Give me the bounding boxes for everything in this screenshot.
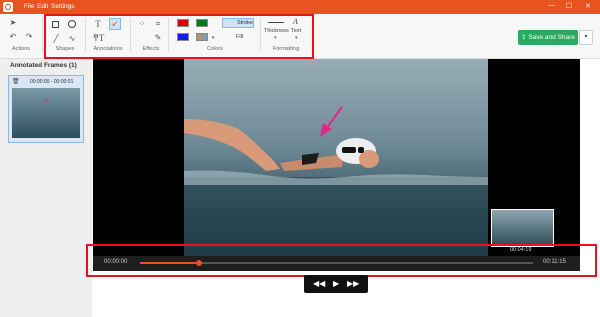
- divider: [42, 18, 43, 52]
- ribbon-highlight-box: [44, 14, 314, 59]
- save-options-dropdown[interactable]: ▾: [579, 30, 593, 45]
- redo-icon[interactable]: ↷: [24, 32, 34, 42]
- trash-icon[interactable]: 🗑: [12, 78, 20, 85]
- save-label: Save and Share: [528, 34, 575, 41]
- rewind-icon[interactable]: ◀◀: [313, 279, 325, 289]
- frame-time: 00:00:00 - 00:00:01: [30, 79, 74, 85]
- save-and-share-button[interactable]: ⇪ Save and Share: [518, 30, 578, 45]
- cursor-icon[interactable]: ➤: [8, 18, 18, 28]
- minimize-button[interactable]: —: [548, 2, 555, 9]
- menu-file[interactable]: File: [24, 3, 34, 10]
- maximize-button[interactable]: ☐: [566, 2, 572, 10]
- arrow-annotation-thumb: ↙: [44, 95, 51, 104]
- app-logo: [3, 2, 13, 12]
- timeline-highlight-box: [86, 244, 597, 277]
- menu-edit[interactable]: Edit: [37, 3, 48, 10]
- chevron-down-icon: ▾: [584, 34, 588, 40]
- play-icon[interactable]: ▶: [333, 279, 339, 289]
- group-label-actions: Actions: [11, 46, 31, 52]
- undo-icon[interactable]: ↶: [8, 32, 18, 42]
- video-frame[interactable]: [184, 59, 488, 256]
- menu-settings[interactable]: Settings: [51, 3, 75, 10]
- title-bar: [0, 0, 600, 14]
- arrow-annotation[interactable]: [184, 59, 488, 256]
- preview-thumbnail: [491, 209, 554, 247]
- panel-title: Annotated Frames (1): [10, 62, 77, 69]
- close-button[interactable]: ✕: [585, 2, 591, 10]
- fast-forward-icon[interactable]: ▶▶: [347, 279, 359, 289]
